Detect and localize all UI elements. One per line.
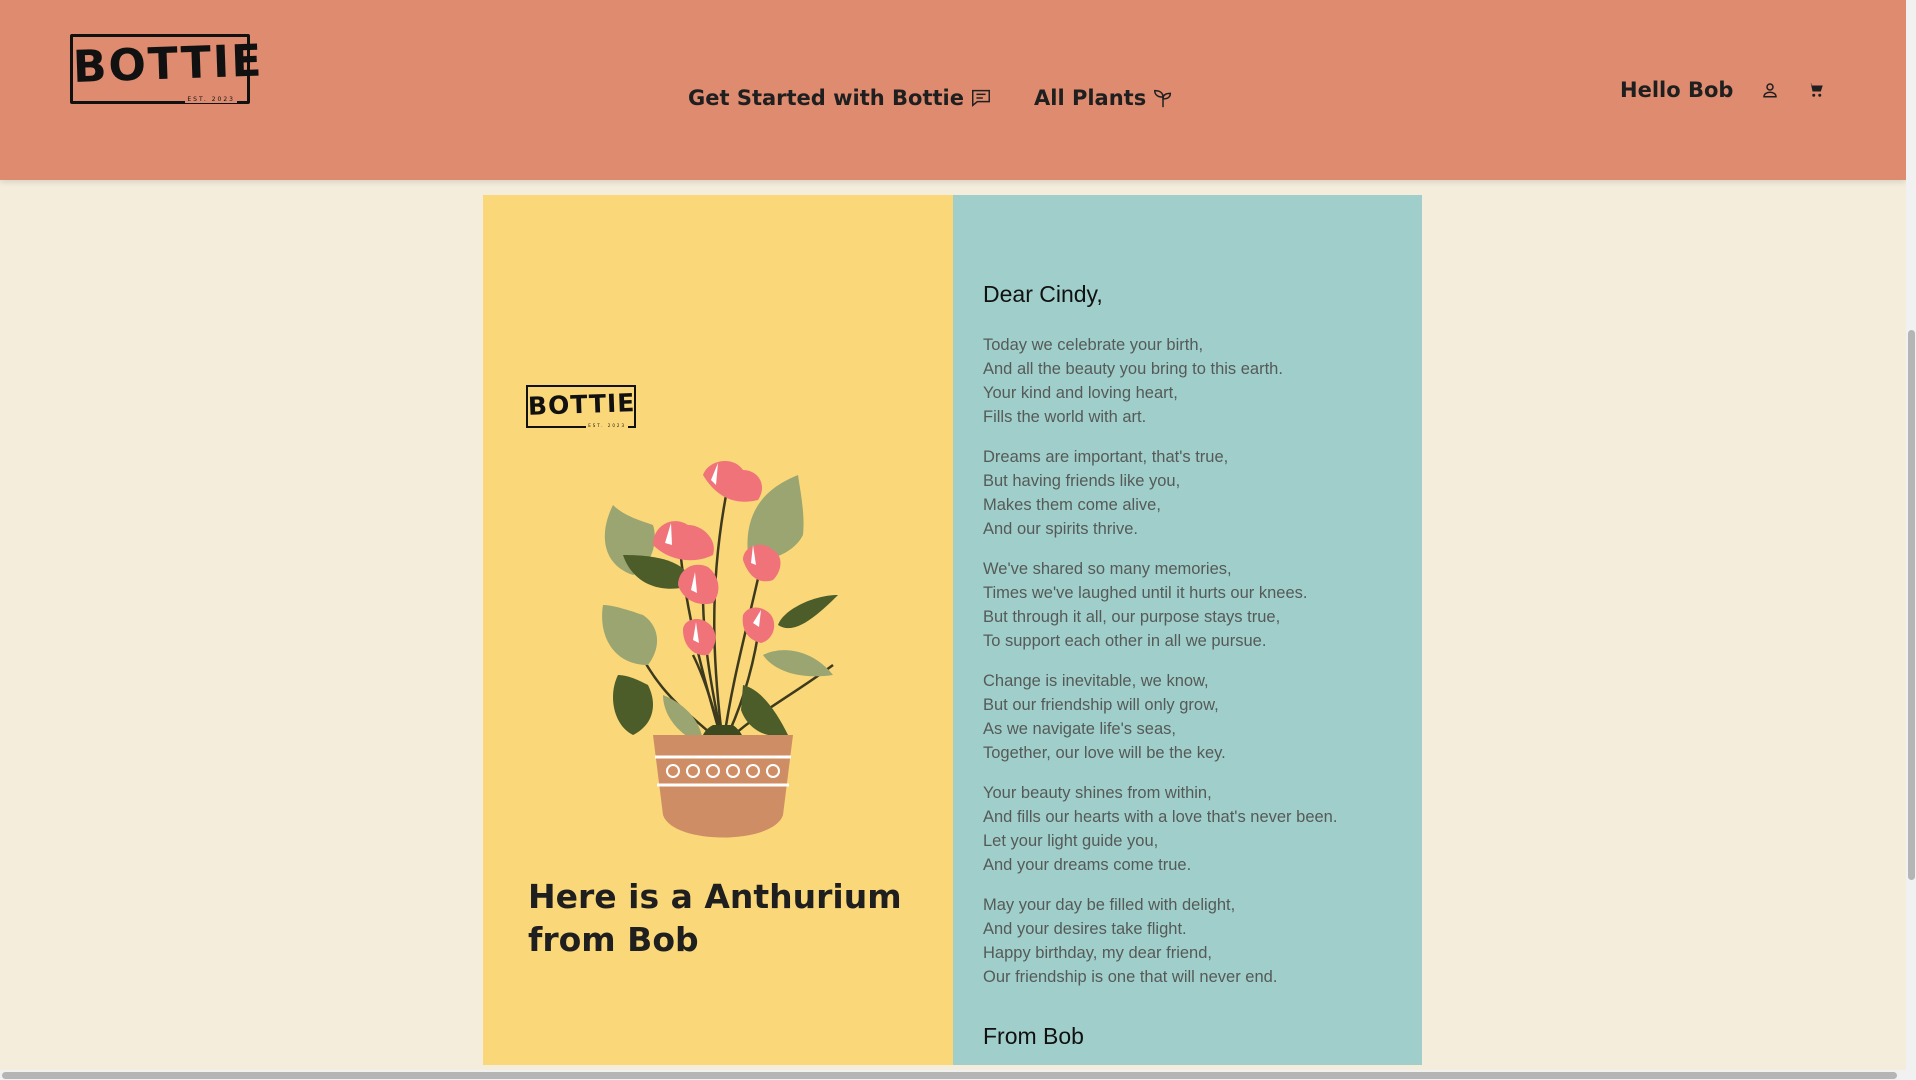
main-nav: Get Started with Bottie All Plants [688, 86, 1174, 110]
poem-stanza: May your day be filled with delight, And… [983, 893, 1403, 989]
poem-line: To support each other in all we pursue. [983, 632, 1267, 650]
poem-stanza: Change is inevitable, we know, But our f… [983, 669, 1403, 765]
card-salutation: Dear Cindy, [983, 281, 1103, 307]
bottie-logo[interactable]: BOTTIE EST. 2023 [70, 34, 265, 104]
card-message: Dear Cindy, Today we celebrate your birt… [953, 195, 1422, 1065]
poem-stanza: We've shared so many memories, Times we'… [983, 557, 1403, 653]
logo-text: BOTTIE [72, 35, 265, 94]
card-logo-text: BOTTIE [527, 388, 636, 421]
card-poem: Today we celebrate your birth, And all t… [983, 333, 1403, 1005]
card-signoff: From Bob [983, 1023, 1084, 1049]
user-icon[interactable] [1761, 81, 1779, 99]
anthurium-plant-illustration [602, 460, 838, 838]
poem-line: As we navigate life's seas, [983, 720, 1176, 738]
sprout-icon [1154, 89, 1172, 108]
poem-line: Makes them come alive, [983, 496, 1161, 514]
logo-subtitle: EST. 2023 [185, 96, 237, 103]
nav-all-plants-label: All Plants [1034, 86, 1147, 110]
account-nav: Hello Bob [1620, 78, 1825, 102]
horizontal-scrollbar[interactable] [0, 1070, 1906, 1080]
site-header: BOTTIE EST. 2023 Get Started with Bottie… [0, 0, 1906, 180]
gift-card: BOTTIE EST. 2023 Here is a Anthurium fro… [483, 195, 1422, 1065]
poem-stanza: Your beauty shines from within, And fill… [983, 781, 1403, 877]
greeting-text[interactable]: Hello Bob [1620, 78, 1733, 102]
horizontal-scrollbar-thumb[interactable] [2, 1072, 1897, 1079]
poem-line: Times we've laughed until it hurts our k… [983, 584, 1308, 602]
poem-line: Change is inevitable, we know, [983, 672, 1209, 690]
vertical-scrollbar[interactable] [1906, 0, 1916, 1080]
poem-line: We've shared so many memories, [983, 560, 1232, 578]
poem-stanza: Today we celebrate your birth, And all t… [983, 333, 1403, 429]
poem-line: Today we celebrate your birth, [983, 336, 1204, 354]
poem-line: Your beauty shines from within, [983, 784, 1212, 802]
chat-icon [972, 89, 990, 107]
poem-line: Dreams are important, that's true, [983, 448, 1229, 466]
poem-stanza: Dreams are important, that's true, But h… [983, 445, 1403, 541]
card-logo-subtitle: EST. 2023 [586, 423, 628, 428]
gift-title: Here is a Anthurium from Bob [528, 877, 902, 959]
poem-line: And your desires take flight. [983, 920, 1187, 938]
nav-get-started[interactable]: Get Started with Bottie [688, 86, 992, 110]
poem-line: And fills our hearts with a love that's … [983, 808, 1338, 826]
poem-line: Your kind and loving heart, [983, 384, 1178, 402]
poem-line: And all the beauty you bring to this ear… [983, 360, 1283, 378]
card-bottie-logo: BOTTIE EST. 2023 [526, 385, 636, 428]
poem-line: And your dreams come true. [983, 856, 1192, 874]
poem-line: Fills the world with art. [983, 408, 1147, 426]
poem-line: But through it all, our purpose stays tr… [983, 608, 1281, 626]
poem-line: But having friends like you, [983, 472, 1181, 490]
cart-icon[interactable] [1807, 81, 1825, 99]
poem-line: Our friendship is one that will never en… [983, 968, 1278, 986]
poem-line: Together, our love will be the key. [983, 744, 1226, 762]
poem-line: But our friendship will only grow, [983, 696, 1219, 714]
poem-line: And our spirits thrive. [983, 520, 1138, 538]
nav-get-started-label: Get Started with Bottie [688, 86, 964, 110]
poem-line: May your day be filled with delight, [983, 896, 1236, 914]
vertical-scrollbar-thumb[interactable] [1908, 330, 1915, 880]
poem-line: Let your light guide you, [983, 832, 1159, 850]
nav-all-plants[interactable]: All Plants [1034, 86, 1174, 110]
poem-line: Happy birthday, my dear friend, [983, 944, 1212, 962]
card-front: BOTTIE EST. 2023 Here is a Anthurium fro… [483, 195, 953, 1065]
